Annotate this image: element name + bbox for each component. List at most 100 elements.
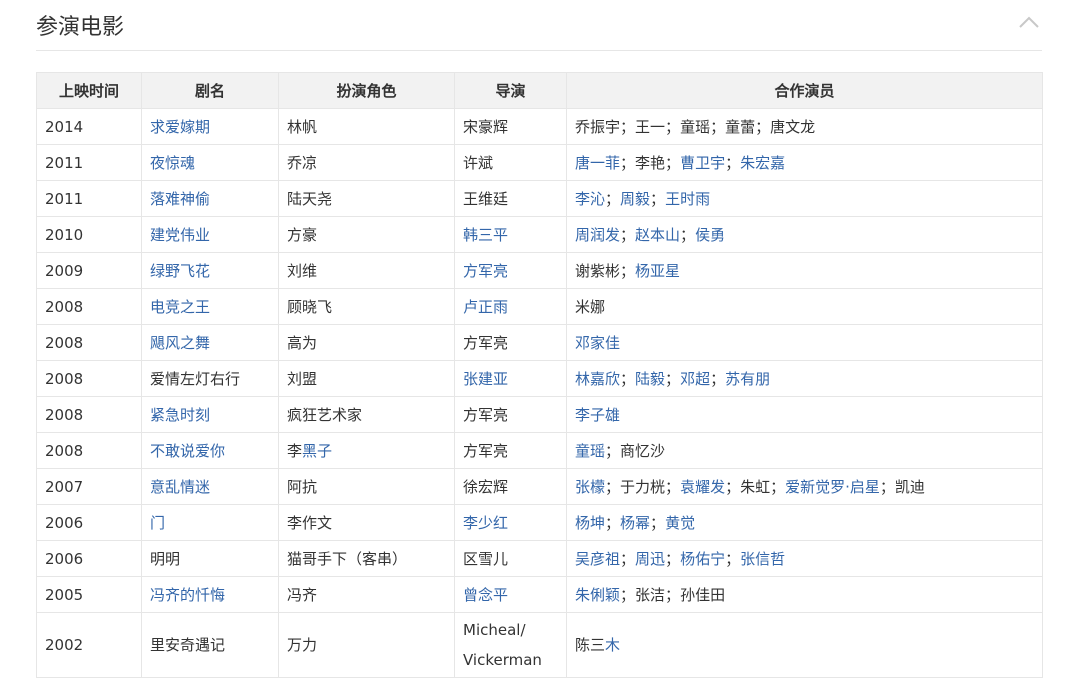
film-link[interactable]: 紧急时刻 bbox=[150, 406, 210, 424]
separator: ； bbox=[620, 550, 636, 568]
cell-director: 徐宏辉 bbox=[454, 468, 567, 505]
costar-link[interactable]: 杨亚星 bbox=[635, 262, 680, 280]
role-text: 顾晓飞 bbox=[287, 298, 333, 316]
table-body: 2014 求爱嫁期 林帆 宋豪辉 乔振宇；王一；童瑶；童蕾；唐文龙 2011 夜惊魂 乔凉 许斌… bbox=[36, 108, 1043, 678]
cell-role: 陆天尧 bbox=[278, 180, 455, 217]
director-text: 徐宏辉 bbox=[463, 478, 509, 496]
director-link[interactable]: 方军亮 bbox=[463, 262, 508, 280]
director-link[interactable]: 张建亚 bbox=[463, 370, 508, 388]
costar-link[interactable]: 李沁 bbox=[575, 190, 605, 208]
film-link[interactable]: 夜惊魂 bbox=[150, 154, 195, 172]
costar-link[interactable]: 唐一菲 bbox=[575, 154, 620, 172]
cell-title: 电竞之王 bbox=[141, 288, 279, 325]
role-text: 阿抗 bbox=[287, 478, 318, 496]
costar-link[interactable]: 童瑶 bbox=[575, 442, 605, 460]
director-link[interactable]: 曾念平 bbox=[463, 586, 508, 604]
costar-link[interactable]: 杨幂 bbox=[620, 514, 650, 532]
table-row: 2008 电竞之王 顾晓飞 卢正雨 米娜 bbox=[36, 288, 1043, 325]
costar-text: 张洁 bbox=[635, 586, 666, 604]
costar-link[interactable]: 王时雨 bbox=[665, 190, 710, 208]
role-link[interactable]: 黑子 bbox=[302, 442, 332, 460]
costar-text: 童蕾 bbox=[725, 118, 756, 136]
header-costars: 合作演员 bbox=[566, 72, 1043, 109]
costar-link[interactable]: 周润发 bbox=[575, 226, 620, 244]
film-link[interactable]: 建党伟业 bbox=[150, 226, 210, 244]
film-link[interactable]: 意乱情迷 bbox=[150, 478, 210, 496]
separator: ； bbox=[680, 226, 696, 244]
table-row: 2008 飓风之舞 高为 方军亮 邓家佳 bbox=[36, 324, 1043, 361]
film-link[interactable]: 冯齐的忏悔 bbox=[150, 586, 225, 604]
cell-costars: 唐一菲；李艳；曹卫宇；朱宏嘉 bbox=[566, 144, 1043, 181]
separator: ； bbox=[665, 586, 681, 604]
film-link[interactable]: 落难神偷 bbox=[150, 190, 210, 208]
costar-link[interactable]: 邓超 bbox=[680, 370, 710, 388]
separator: ； bbox=[620, 226, 636, 244]
film-link[interactable]: 门 bbox=[150, 514, 165, 532]
cell-year: 2014 bbox=[36, 108, 142, 145]
film-link[interactable]: 飓风之舞 bbox=[150, 334, 210, 352]
film-title: 里安奇遇记 bbox=[150, 636, 226, 654]
cell-year: 2007 bbox=[36, 468, 142, 505]
table-row: 2011 夜惊魂 乔凉 许斌 唐一菲；李艳；曹卫宇；朱宏嘉 bbox=[36, 144, 1043, 181]
separator: ； bbox=[605, 478, 621, 496]
costar-link[interactable]: 张檬 bbox=[575, 478, 605, 496]
costar-link[interactable]: 黄觉 bbox=[665, 514, 695, 532]
separator: ； bbox=[755, 118, 771, 136]
costar-link[interactable]: 爱新觉罗·启星 bbox=[785, 478, 880, 496]
costar-link[interactable]: 曹卫宇 bbox=[680, 154, 725, 172]
costar-link[interactable]: 朱俐颖 bbox=[575, 586, 620, 604]
table-row: 2010 建党伟业 方豪 韩三平 周润发；赵本山；侯勇 bbox=[36, 216, 1043, 253]
section-title: 参演电影 bbox=[36, 15, 125, 40]
director-link[interactable]: 李少红 bbox=[463, 514, 508, 532]
cell-costars: 邓家佳 bbox=[566, 324, 1043, 361]
costar-text: 陈三 bbox=[575, 636, 606, 654]
cell-year: 2008 bbox=[36, 432, 142, 469]
separator: ； bbox=[605, 190, 621, 208]
film-link[interactable]: 绿野飞花 bbox=[150, 262, 210, 280]
header-title: 剧名 bbox=[141, 72, 279, 109]
director-text: 宋豪辉 bbox=[463, 118, 509, 136]
cell-director: 曾念平 bbox=[454, 576, 567, 613]
costar-link[interactable]: 陆毅 bbox=[635, 370, 665, 388]
costar-link[interactable]: 张信哲 bbox=[740, 550, 785, 568]
costar-link[interactable]: 木 bbox=[605, 636, 620, 654]
film-link[interactable]: 不敢说爱你 bbox=[150, 442, 225, 460]
cell-director: 区雪儿 bbox=[454, 540, 567, 577]
costar-link[interactable]: 吴彦祖 bbox=[575, 550, 620, 568]
costar-link[interactable]: 杨坤 bbox=[575, 514, 605, 532]
costar-link[interactable]: 赵本山 bbox=[635, 226, 680, 244]
film-link[interactable]: 电竞之王 bbox=[150, 298, 210, 316]
table-row: 2008 紧急时刻 疯狂艺术家 方军亮 李子雄 bbox=[36, 396, 1043, 433]
separator: ； bbox=[725, 478, 741, 496]
separator: ； bbox=[710, 118, 726, 136]
cell-director: 韩三平 bbox=[454, 216, 567, 253]
costar-link[interactable]: 朱宏嘉 bbox=[740, 154, 785, 172]
separator: ； bbox=[710, 370, 726, 388]
costar-link[interactable]: 李子雄 bbox=[575, 406, 620, 424]
director-link[interactable]: 韩三平 bbox=[463, 226, 508, 244]
costar-link[interactable]: 侯勇 bbox=[695, 226, 725, 244]
separator: ； bbox=[879, 478, 895, 496]
chevron-up-icon[interactable] bbox=[1018, 14, 1040, 30]
role-text: 万力 bbox=[287, 636, 318, 654]
cell-costars: 杨坤；杨幂；黄觉 bbox=[566, 504, 1043, 541]
costar-link[interactable]: 袁耀发 bbox=[680, 478, 725, 496]
director-link[interactable]: 卢正雨 bbox=[463, 298, 508, 316]
costar-link[interactable]: 苏有朋 bbox=[725, 370, 770, 388]
cell-director: 方军亮 bbox=[454, 324, 567, 361]
cell-role: 刘维 bbox=[278, 252, 455, 289]
section-header: 参演电影 bbox=[36, 0, 1042, 51]
separator: ； bbox=[725, 550, 741, 568]
director-text: 区雪儿 bbox=[463, 550, 509, 568]
cell-title: 里安奇遇记 bbox=[141, 612, 279, 678]
table-header-row: 上映时间 剧名 扮演角色 导演 合作演员 bbox=[36, 72, 1043, 109]
costar-link[interactable]: 林嘉欣 bbox=[575, 370, 620, 388]
cell-title: 飓风之舞 bbox=[141, 324, 279, 361]
film-link[interactable]: 求爱嫁期 bbox=[150, 118, 210, 136]
costar-link[interactable]: 周毅 bbox=[620, 190, 650, 208]
costar-link[interactable]: 邓家佳 bbox=[575, 334, 620, 352]
cell-title: 建党伟业 bbox=[141, 216, 279, 253]
role-text: 疯狂艺术家 bbox=[287, 406, 363, 424]
costar-link[interactable]: 杨佑宁 bbox=[680, 550, 725, 568]
costar-link[interactable]: 周迅 bbox=[635, 550, 665, 568]
